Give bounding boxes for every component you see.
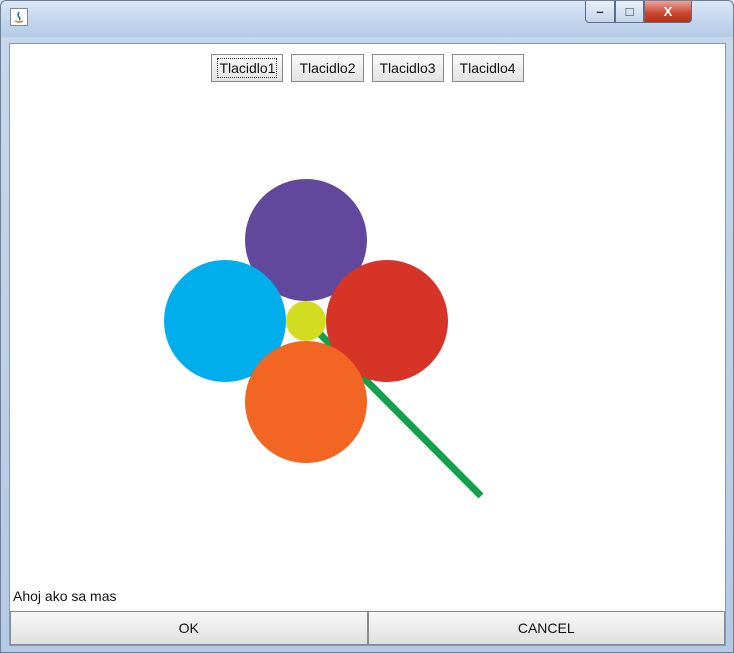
minimize-button[interactable]: – xyxy=(585,1,615,23)
maximize-icon: □ xyxy=(625,4,634,19)
close-button[interactable]: X xyxy=(644,1,692,23)
maximize-button[interactable]: □ xyxy=(615,1,644,23)
status-label: Ahoj ako sa mas xyxy=(13,588,117,604)
bottom-button-row: OK CANCEL xyxy=(10,611,725,645)
ok-button[interactable]: OK xyxy=(10,611,368,645)
bottom-petal xyxy=(245,341,367,463)
flower-center xyxy=(286,301,326,341)
java-app-icon[interactable] xyxy=(10,8,28,26)
content-pane: Tlacidlo1 Tlacidlo2 Tlacidlo3 Tlacidlo4 … xyxy=(9,43,726,646)
title-bar[interactable]: – □ X xyxy=(1,1,733,37)
cancel-button[interactable]: CANCEL xyxy=(367,611,725,645)
close-icon: X xyxy=(663,4,673,19)
minimize-icon: – xyxy=(596,4,604,19)
drawing-canvas xyxy=(164,179,484,499)
application-window: – □ X Tlacidlo1 Tlacidlo2 Tlacidlo3 Tlac… xyxy=(0,0,734,653)
